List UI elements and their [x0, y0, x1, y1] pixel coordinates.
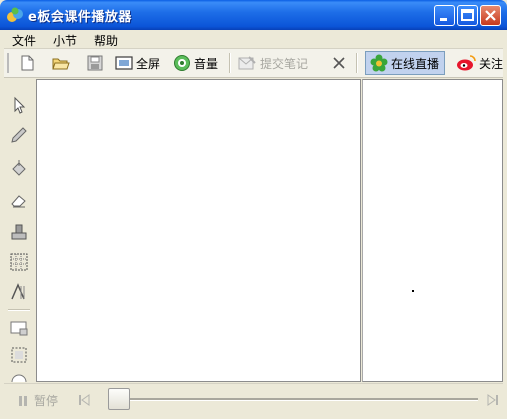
volume-button[interactable]: 音量 — [173, 52, 218, 74]
drawing-tools — [4, 79, 34, 383]
menu-file[interactable]: 文件 — [12, 32, 36, 49]
screen-tool[interactable] — [9, 318, 29, 338]
cancel-button[interactable] — [331, 52, 347, 74]
screen-icon — [9, 318, 29, 338]
volume-label: 音量 — [194, 56, 219, 71]
side-panel[interactable] — [362, 79, 503, 382]
eraser-icon — [9, 190, 29, 210]
follow-button[interactable]: 关注 — [456, 52, 503, 74]
pointer-icon — [9, 95, 29, 115]
grid-tool[interactable] — [9, 252, 29, 272]
menu-bar: 文件 小节 帮助 — [4, 30, 503, 49]
fill-icon — [9, 158, 29, 178]
close-button[interactable] — [480, 5, 501, 26]
prev-button[interactable] — [77, 393, 91, 407]
slide-canvas[interactable] — [36, 79, 361, 382]
pen-icon — [9, 125, 29, 145]
close-x-icon — [331, 55, 347, 71]
more-tool[interactable] — [9, 372, 29, 382]
progress-slider-thumb[interactable] — [108, 388, 130, 410]
menu-help[interactable]: 帮助 — [94, 32, 118, 49]
flower-icon — [370, 54, 388, 72]
select-icon — [9, 345, 29, 365]
toolbar-separator — [229, 53, 231, 73]
pause-label: 暂停 — [34, 394, 59, 408]
eraser-tool[interactable] — [9, 190, 29, 210]
menu-section[interactable]: 小节 — [53, 32, 77, 49]
text-icon — [9, 282, 29, 302]
fullscreen-label: 全屏 — [136, 56, 161, 71]
tool-divider — [8, 309, 30, 311]
select-tool[interactable] — [9, 345, 29, 365]
open-folder-icon — [51, 54, 71, 72]
next-button[interactable] — [486, 393, 500, 407]
follow-label: 关注 — [479, 56, 504, 71]
app-window: e板会课件播放器 文件 小节 帮助 全屏 音量 提交笔记 在线直播 关注 暂停 — [0, 0, 507, 419]
playback-bar: 暂停 — [4, 383, 503, 416]
volume-icon — [173, 54, 191, 72]
title-bar[interactable]: e板会课件播放器 — [0, 0, 507, 30]
save-button[interactable] — [86, 52, 104, 74]
submit-notes-button[interactable]: 提交笔记 — [237, 52, 308, 74]
progress-track[interactable] — [108, 398, 478, 401]
live-stream-label: 在线直播 — [391, 56, 440, 71]
clock-icon — [9, 372, 29, 382]
fill-tool[interactable] — [9, 158, 29, 178]
fullscreen-button[interactable]: 全屏 — [115, 52, 160, 74]
window-title: e板会课件播放器 — [28, 10, 132, 25]
stamp-icon — [9, 222, 29, 242]
toolbar-separator — [356, 53, 358, 73]
pen-tool[interactable] — [9, 125, 29, 145]
save-disk-icon — [86, 54, 104, 72]
pause-button[interactable]: 暂停 — [16, 392, 58, 409]
open-button[interactable] — [51, 52, 71, 74]
pointer-tool[interactable] — [9, 95, 29, 115]
grid-icon — [9, 252, 29, 272]
new-button[interactable] — [18, 52, 36, 74]
app-logo-icon — [6, 6, 24, 24]
pause-icon — [16, 394, 30, 408]
maximize-button[interactable] — [457, 5, 478, 26]
toolbar: 全屏 音量 提交笔记 在线直播 关注 — [4, 49, 503, 78]
toolbar-grip — [7, 53, 9, 73]
new-file-icon — [18, 54, 36, 72]
panel-dot — [412, 290, 414, 292]
weibo-icon — [456, 54, 476, 72]
submit-notes-label: 提交笔记 — [260, 56, 309, 71]
submit-notes-icon — [237, 54, 257, 72]
live-stream-button[interactable]: 在线直播 — [365, 51, 445, 75]
text-tool[interactable] — [9, 282, 29, 302]
stamp-tool[interactable] — [9, 222, 29, 242]
minimize-button[interactable] — [434, 5, 455, 26]
fullscreen-icon — [115, 55, 133, 71]
skip-forward-icon — [486, 393, 500, 407]
skip-back-icon — [77, 393, 91, 407]
